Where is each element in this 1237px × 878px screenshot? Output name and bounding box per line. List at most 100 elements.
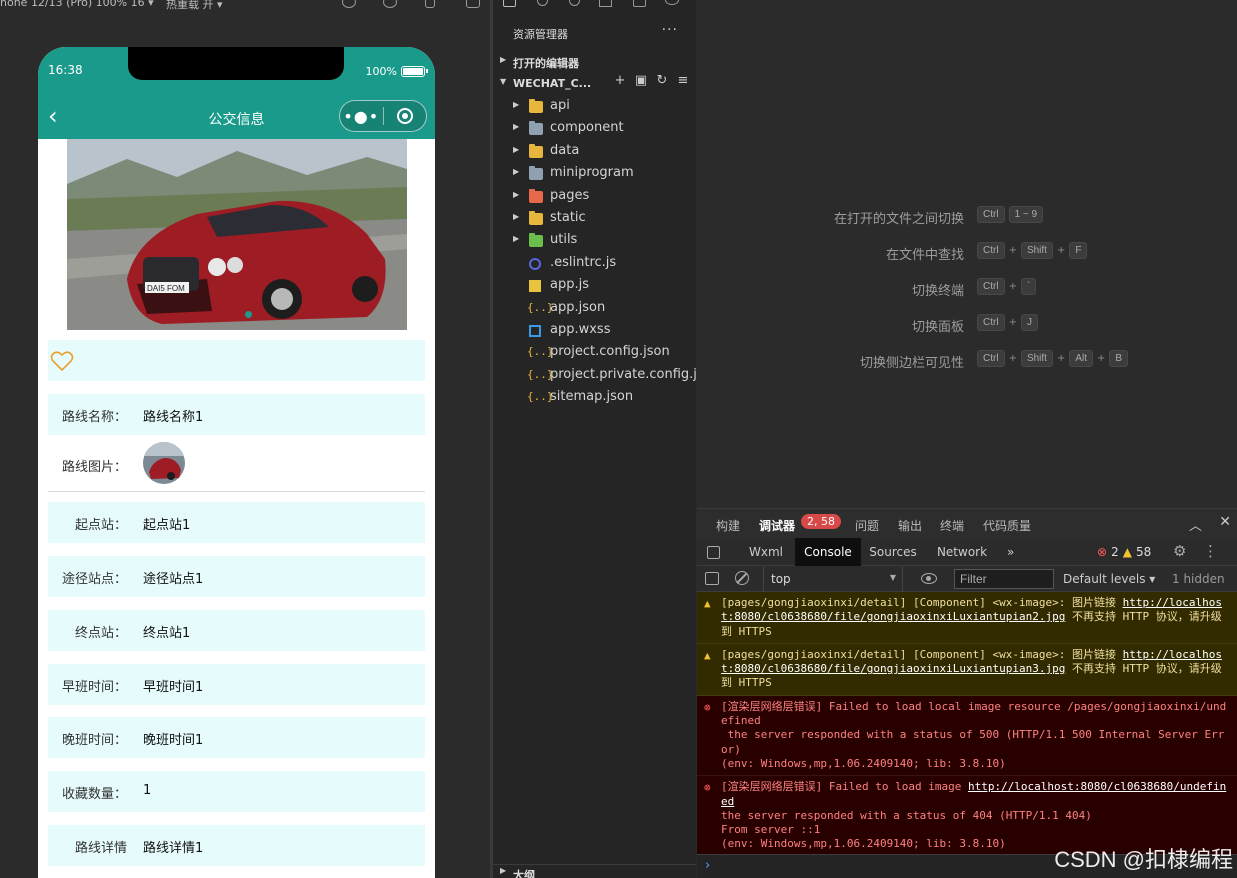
- shortcut-label: 切换侧边栏可见性: [859, 356, 964, 371]
- inspect-icon[interactable]: [707, 546, 720, 559]
- tab-output[interactable]: 输出: [898, 517, 922, 534]
- more-actions-icon[interactable]: ···: [662, 22, 678, 38]
- heart-icon[interactable]: [50, 350, 74, 372]
- shortcut-label: 在打开的文件之间切换: [833, 212, 964, 227]
- tab-terminal[interactable]: 终端: [940, 517, 964, 534]
- stop-icon[interactable]: [383, 0, 397, 8]
- gear-icon[interactable]: ⚙: [1173, 542, 1186, 560]
- context-value: top: [771, 572, 791, 586]
- console-error[interactable]: ⊗ [渲染层网络层错误] Failed to load local image r…: [697, 695, 1237, 777]
- tree-item-data[interactable]: ▶ data: [493, 141, 696, 163]
- eye-icon[interactable]: [921, 573, 937, 584]
- files-icon[interactable]: [503, 0, 516, 7]
- info-row-route-detail: 路线详情 路线详情1: [48, 825, 425, 866]
- banner-image[interactable]: DAI5 FOM: [67, 139, 407, 330]
- folder-icon: [529, 99, 543, 113]
- tree-item-project-private-config-js[interactable]: {..} project.private.config.js...: [493, 365, 716, 387]
- folder-icon: [529, 121, 543, 136]
- close-icon[interactable]: ✕: [1219, 514, 1231, 530]
- tab-build[interactable]: 构建: [716, 517, 740, 534]
- clear-console-icon[interactable]: [735, 571, 749, 585]
- battery-indicator: 100%: [366, 65, 428, 78]
- refresh-icon[interactable]: [342, 0, 356, 8]
- new-file-icon[interactable]: +: [613, 74, 627, 88]
- refresh-icon[interactable]: ↻: [655, 74, 669, 88]
- tree-item-component[interactable]: ▶ component: [493, 118, 696, 140]
- hot-reload-selector[interactable]: 热重载 开 ▾: [166, 0, 223, 12]
- folder-icon: [529, 188, 543, 203]
- tab-debugger[interactable]: 调试器: [759, 517, 795, 534]
- plus-sign: +: [1008, 281, 1017, 292]
- carousel-indicator[interactable]: [245, 311, 252, 318]
- console-warning[interactable]: ▲ [pages/gongjiaoxinxi/detail] [Component…: [697, 592, 1237, 644]
- phone-icon[interactable]: [425, 0, 435, 8]
- nav-bar: ‹ 公交信息 •●•: [38, 95, 435, 139]
- more-tabs-icon[interactable]: »: [1007, 538, 1014, 566]
- target-icon: [396, 108, 413, 124]
- message-prefix: [pages/gongjiaoxinxi/detail] [Component]…: [721, 647, 1123, 661]
- console-warning[interactable]: ▲ [pages/gongjiaoxinxi/detail] [Component…: [697, 643, 1237, 696]
- tab-sources[interactable]: Sources: [861, 538, 925, 566]
- tab-problems[interactable]: 问题: [855, 517, 879, 534]
- message-text: [渲染层网络层错误] Failed to load local image re…: [721, 700, 1227, 771]
- chevron-right-icon: ▶: [513, 100, 520, 109]
- outline-section[interactable]: ▶ 大纲: [493, 864, 696, 878]
- key-cap: J: [1020, 314, 1038, 331]
- close-mini-program-button[interactable]: [383, 108, 426, 124]
- key-cap: Alt: [1069, 350, 1094, 367]
- eslint-file-icon: [529, 257, 541, 270]
- prompt-chevron-icon: ›: [705, 858, 711, 873]
- plus-sign: +: [1056, 245, 1066, 256]
- extensions-icon[interactable]: [599, 0, 612, 7]
- bottom-panel-tabs: 构建 调试器 2, 58 问题 输出 终端 代码质量 ︿ ✕: [697, 508, 1237, 538]
- tree-item-sitemap-json[interactable]: {..} sitemap.json: [493, 387, 696, 409]
- key-cap: Ctrl: [977, 314, 1005, 331]
- route-thumbnail[interactable]: [143, 442, 185, 484]
- tree-item-app-js[interactable]: app.js: [493, 275, 696, 297]
- tree-item-app-wxss[interactable]: app.wxss: [493, 320, 696, 342]
- more-icon[interactable]: •●•: [340, 107, 383, 126]
- info-label: 早班时间：: [61, 680, 127, 695]
- message-prefix: [渲染层网络层错误] Failed to load image: [721, 780, 968, 794]
- log-levels-dropdown[interactable]: Default levels ▾: [1063, 572, 1155, 586]
- tree-item-label: pages: [550, 187, 590, 203]
- open-editors-section[interactable]: ▶ 打开的编辑器: [493, 51, 696, 73]
- tree-item-static[interactable]: ▶ static: [493, 208, 696, 230]
- tree-item-project-config-json[interactable]: {..} project.config.json: [493, 342, 696, 364]
- sidebar-toggle-icon[interactable]: [705, 572, 719, 585]
- tab-console[interactable]: Console: [795, 538, 861, 566]
- simulator-toolbar: hone 12/13 (Pro) 100% 16 ▾ 热重载 开 ▾: [0, 0, 492, 14]
- shortcut-label: 切换面板: [911, 320, 964, 335]
- save-icon[interactable]: [633, 0, 646, 7]
- kebab-menu-icon[interactable]: ⋮: [1203, 542, 1218, 560]
- plus-sign: +: [1008, 353, 1017, 364]
- chevron-down-icon: ▼: [889, 573, 896, 582]
- tab-network[interactable]: Network: [927, 538, 997, 566]
- issue-counter[interactable]: ⊗ 2 ▲ 58: [1097, 538, 1151, 566]
- tree-item-eslintrc-js[interactable]: .eslintrc.js: [493, 253, 696, 275]
- cloud-icon[interactable]: [665, 0, 679, 5]
- tree-item-api[interactable]: ▶ api: [493, 96, 696, 118]
- search-icon[interactable]: [537, 0, 548, 6]
- section-label: 打开的编辑器: [513, 57, 579, 70]
- tree-item-utils[interactable]: ▶ utils: [493, 230, 696, 252]
- tree-item-label: miniprogram: [550, 165, 634, 181]
- tab-code-quality[interactable]: 代码质量: [983, 517, 1031, 534]
- copy-icon[interactable]: [466, 0, 480, 8]
- source-control-icon[interactable]: [569, 0, 580, 6]
- info-value: 路线名称1: [143, 410, 204, 425]
- filter-input[interactable]: [954, 569, 1054, 589]
- tree-item-miniprogram[interactable]: ▶ miniprogram: [493, 163, 696, 185]
- collapse-icon[interactable]: ≡: [676, 74, 690, 88]
- tree-item-app-json[interactable]: {..} app.json: [493, 298, 696, 320]
- warning-icon: ▲: [1122, 545, 1132, 559]
- chevron-right-icon: ▶: [500, 55, 507, 64]
- device-selector[interactable]: hone 12/13 (Pro) 100% 16 ▾: [0, 0, 154, 9]
- tree-item-pages[interactable]: ▶ pages: [493, 186, 696, 208]
- chevron-up-icon[interactable]: ︿: [1189, 515, 1202, 534]
- context-selector[interactable]: top ▼: [763, 566, 903, 592]
- json-file-icon: {..}: [527, 300, 554, 314]
- new-folder-icon[interactable]: ▣: [634, 74, 648, 88]
- workspace-section[interactable]: ▼ WECHAT_C... + ▣ ↻ ≡: [493, 73, 696, 95]
- tab-wxml[interactable]: Wxml: [737, 538, 795, 566]
